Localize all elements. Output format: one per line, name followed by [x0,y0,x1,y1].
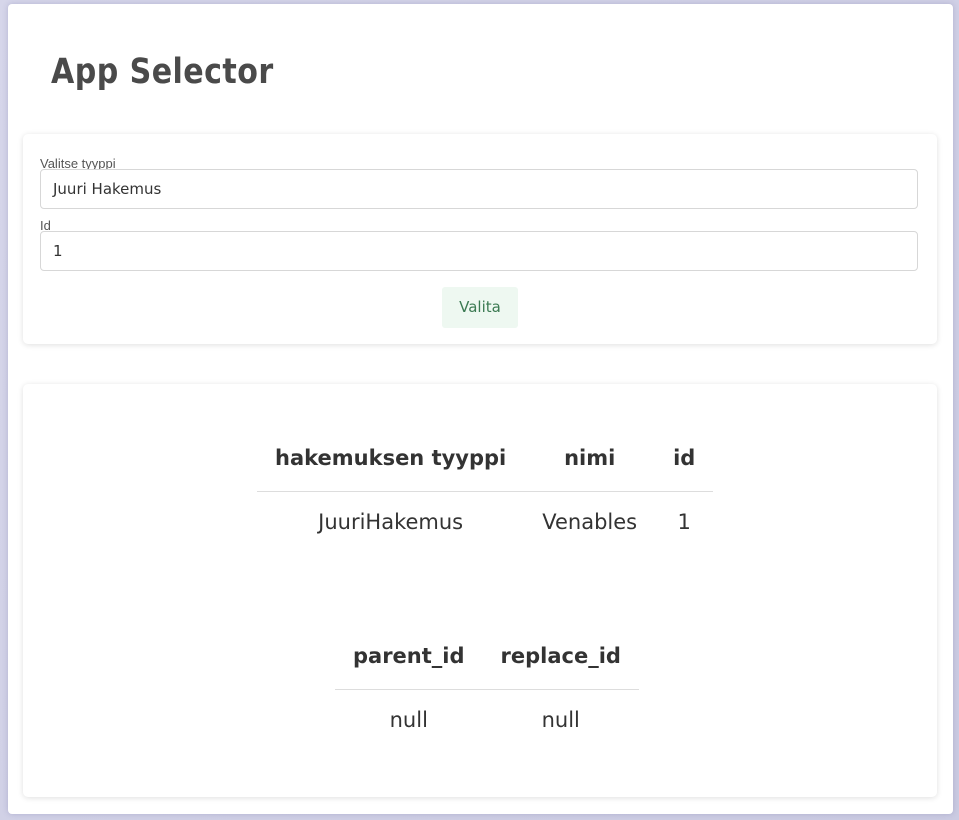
id-input[interactable]: 1 [40,231,918,271]
column-header-replace-id: replace_id [482,644,639,690]
type-select-value: Juuri Hakemus [53,180,162,198]
column-header-parent-id: parent_id [335,644,483,690]
column-header-id: id [655,446,714,492]
cell-type: JuuriHakemus [318,510,464,534]
app-window: App Selector Valitse tyyppi Juuri Hakemu… [8,4,953,814]
table-row: null null [335,690,639,751]
type-select-field[interactable]: Juuri Hakemus [40,169,918,209]
cell-id: 1 [677,510,691,534]
cell-parent-id: null [389,708,428,732]
table-header-row: hakemuksen tyyppi nimi id [257,446,714,492]
select-button[interactable]: Valita [442,287,518,328]
column-header-name: nimi [524,446,656,492]
cell-name: Venables [542,510,638,534]
page-title: App Selector [51,52,274,92]
table-row: JuuriHakemus Venables 1 [257,492,713,553]
id-input-value: 1 [53,242,63,260]
result-card: hakemuksen tyyppi nimi id JuuriHakemus V… [23,384,937,797]
column-header-type: hakemuksen tyyppi [257,446,525,492]
selector-form-card: Valitse tyyppi Juuri Hakemus Id 1 Valita [23,134,937,344]
relation-table: parent_id replace_id null null [335,644,639,750]
application-table: hakemuksen tyyppi nimi id JuuriHakemus V… [257,446,714,553]
table-header-row: parent_id replace_id [335,644,639,690]
cell-replace-id: null [541,708,580,732]
